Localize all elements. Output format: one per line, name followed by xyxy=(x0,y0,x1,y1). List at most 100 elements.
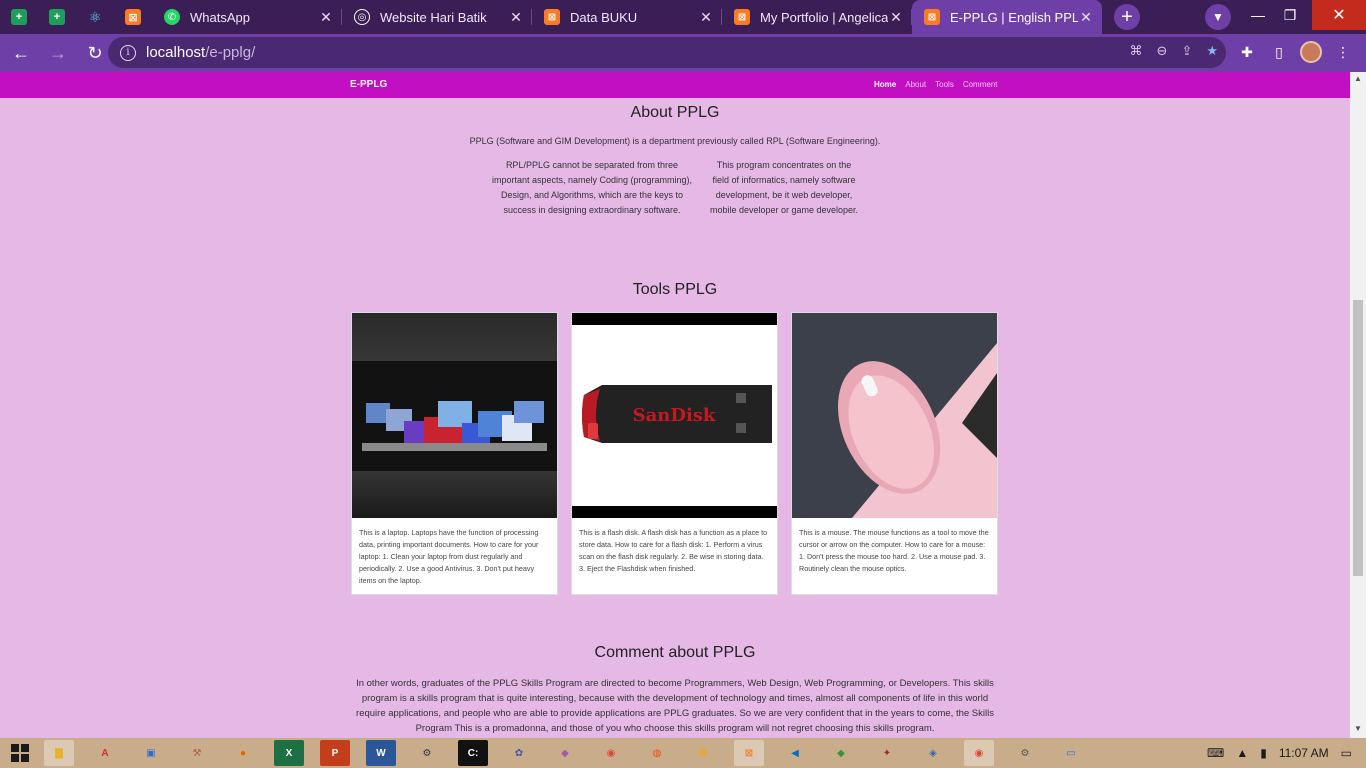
window-app-icon[interactable]: ▭ xyxy=(1056,740,1086,766)
page-scrollbar[interactable]: ▲ ▼ xyxy=(1350,72,1366,738)
settings-gear-icon[interactable]: ⚙ xyxy=(412,740,442,766)
page-viewport: E-PPLG Home About Tools Comment About PP… xyxy=(0,72,1350,738)
tab-search-chevron-icon[interactable]: ▼ xyxy=(1205,4,1231,30)
xampp-icon: ⊠ xyxy=(924,9,940,25)
chrome-icon[interactable]: ◉ xyxy=(596,740,626,766)
excel-icon[interactable]: X xyxy=(274,740,304,766)
nav-link-about[interactable]: About xyxy=(905,80,926,89)
file-explorer-icon[interactable]: ▇ xyxy=(44,740,74,766)
nav-link-comment[interactable]: Comment xyxy=(963,80,998,89)
site-info-icon[interactable]: i xyxy=(120,44,136,61)
close-icon[interactable]: ✕ xyxy=(508,9,524,26)
new-tab-button[interactable]: + xyxy=(1114,4,1140,30)
nav-link-tools[interactable]: Tools xyxy=(935,80,954,89)
browser-toolbar: ← → ↻ i localhost/e-pplg/ ⌘ ⊖ ⇪ ★ ✚ ▯ ⋮ xyxy=(0,34,1366,72)
keyboard-icon[interactable]: ⌨ xyxy=(1207,746,1224,760)
close-icon[interactable]: ✕ xyxy=(1078,9,1094,26)
acrobat-icon[interactable]: A xyxy=(90,740,120,766)
firefox-icon[interactable]: ● xyxy=(228,740,258,766)
tab-title: My Portfolio | Angelica I xyxy=(760,9,888,25)
tab-title: WhatsApp xyxy=(190,9,250,25)
menu-kebab-icon[interactable]: ⋮ xyxy=(1332,38,1354,66)
zoom-icon[interactable]: ⊖ xyxy=(1157,43,1168,59)
site-navbar: E-PPLG Home About Tools Comment xyxy=(0,72,1350,98)
window-close-icon[interactable]: ✕ xyxy=(1312,0,1366,30)
tab-title: Website Hari Batik xyxy=(380,9,487,25)
mouse-image xyxy=(792,313,997,518)
tool-card-mouse: This is a mouse. The mouse functions as … xyxy=(791,312,998,595)
url-host: localhost xyxy=(146,44,206,61)
maximize-icon[interactable]: ❐ xyxy=(1268,0,1312,30)
tab-whatsapp[interactable]: ✆ WhatsApp ✕ xyxy=(152,0,342,34)
tab-title: E-PPLG | English PPLG xyxy=(950,9,1078,25)
tab-data-buku[interactable]: ⊠ Data BUKU ✕ xyxy=(532,0,722,34)
react-icon: ⚛ xyxy=(88,8,102,25)
url-path: /e-pplg/ xyxy=(205,44,256,61)
tab-website-hari-batik[interactable]: ◎ Website Hari Batik ✕ xyxy=(342,0,532,34)
scroll-up-icon[interactable]: ▲ xyxy=(1354,74,1362,83)
address-bar[interactable]: i localhost/e-pplg/ ⌘ ⊖ ⇪ ★ xyxy=(108,37,1226,68)
chevron-up-icon[interactable]: ▲ xyxy=(1236,746,1248,760)
git-icon[interactable]: ◆ xyxy=(550,740,580,766)
scroll-thumb[interactable] xyxy=(1353,300,1363,576)
profile-avatar[interactable] xyxy=(1300,41,1322,63)
python-icon[interactable]: ◈ xyxy=(918,740,948,766)
clock-time[interactable]: 11:07 AM xyxy=(1279,746,1329,760)
pinned-tab-sheets-1[interactable]: + xyxy=(0,0,38,34)
battery-icon[interactable]: ▮ xyxy=(1260,746,1267,760)
share-icon[interactable]: ⇪ xyxy=(1181,43,1192,59)
extensions-puzzle-icon[interactable]: ✚ xyxy=(1236,38,1258,66)
windows-start-icon[interactable] xyxy=(4,738,36,768)
tab-e-pplg[interactable]: ⊠ E-PPLG | English PPLG ✕ xyxy=(912,0,1102,34)
tab-my-portfolio[interactable]: ⊠ My Portfolio | Angelica I ✕ xyxy=(722,0,912,34)
translate-icon[interactable]: ⌘ xyxy=(1130,43,1143,59)
forward-arrow-icon[interactable]: → xyxy=(42,37,74,69)
close-icon[interactable]: ✕ xyxy=(698,9,714,26)
tools-heading: Tools PPLG xyxy=(632,281,718,298)
sheets-icon: + xyxy=(11,9,27,25)
xampp-icon: ⊠ xyxy=(125,9,141,25)
scroll-down-icon[interactable]: ▼ xyxy=(1354,724,1362,733)
bookmark-star-icon[interactable]: ★ xyxy=(1206,43,1218,59)
reload-icon[interactable]: ↻ xyxy=(79,37,111,69)
comment-heading: Comment about PPLG xyxy=(594,644,756,661)
sandisk-logo: SanDisk xyxy=(633,405,716,426)
pinned-tab-sheets-2[interactable]: + xyxy=(38,0,76,34)
xampp-icon: ⊠ xyxy=(544,9,560,25)
browser-tab-strip: + + ⚛ ⊠ ✆ WhatsApp ✕ ◎ Website Hari Bati… xyxy=(0,0,1366,34)
close-icon[interactable]: ✕ xyxy=(318,9,334,26)
about-column-1: RPL/PPLG cannot be separated from three … xyxy=(491,160,693,215)
control-panel-icon[interactable]: ✿ xyxy=(504,740,534,766)
laptop-description: This is a laptop. Laptops have the funct… xyxy=(359,528,539,585)
side-panel-icon[interactable]: ▯ xyxy=(1268,38,1290,66)
about-heading: About PPLG xyxy=(630,104,720,121)
windows-taskbar: ▇ A ▣ ⚒ ● X P W ⚙ C: ✿ ◆ ◉ ◍ ❂ ⊠ ◀ ◆ ✦ ◈… xyxy=(0,738,1366,768)
compass-icon[interactable]: ◍ xyxy=(642,740,672,766)
tool-icon[interactable]: ⚒ xyxy=(182,740,212,766)
flashdisk-description: This is a flash disk. A flash disk has a… xyxy=(579,528,768,573)
owl-icon[interactable]: ❂ xyxy=(688,740,718,766)
gem-icon[interactable]: ◆ xyxy=(826,740,856,766)
site-nav-links: Home About Tools Comment xyxy=(874,80,998,89)
word-icon[interactable]: W xyxy=(366,740,396,766)
flashdisk-image: SanDisk xyxy=(572,313,777,518)
about-column-2: This program concentrates on the field o… xyxy=(709,160,859,215)
vscode-icon[interactable]: ◀ xyxy=(780,740,810,766)
notification-icon[interactable]: ▭ xyxy=(1341,746,1352,760)
pinned-tab-xampp[interactable]: ⊠ xyxy=(114,0,152,34)
tool-card-laptop: This is a laptop. Laptops have the funct… xyxy=(351,312,558,595)
back-arrow-icon[interactable]: ← xyxy=(5,37,37,69)
close-icon[interactable]: ✕ xyxy=(888,9,904,26)
xampp-taskbar-icon[interactable]: ⊠ xyxy=(734,740,764,766)
nav-link-home[interactable]: Home xyxy=(874,80,896,89)
chrome-active-icon[interactable]: ◉ xyxy=(964,740,994,766)
app-icon[interactable]: ✦ xyxy=(872,740,902,766)
gear-app-icon[interactable]: ⚙ xyxy=(1010,740,1040,766)
terminal-icon[interactable]: C: xyxy=(458,740,488,766)
pinned-tab-react[interactable]: ⚛ xyxy=(76,0,114,34)
paint-icon[interactable]: ▣ xyxy=(136,740,166,766)
site-brand[interactable]: E-PPLG xyxy=(350,79,387,90)
mouse-description: This is a mouse. The mouse functions as … xyxy=(799,528,989,573)
sheets-icon: + xyxy=(49,9,65,25)
powerpoint-icon[interactable]: P xyxy=(320,740,350,766)
